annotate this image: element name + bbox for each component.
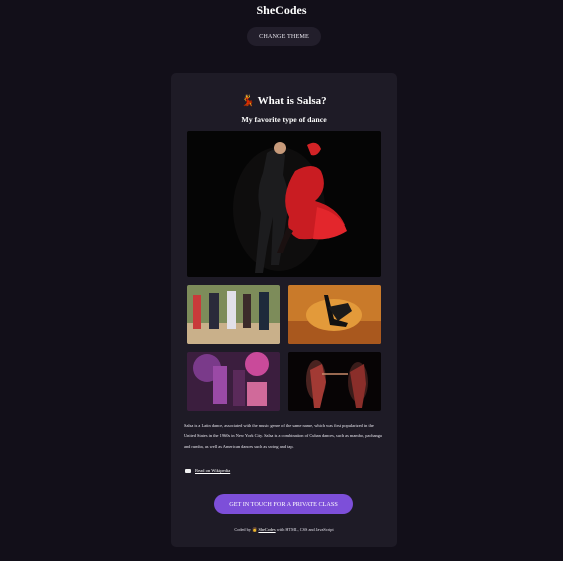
card-subtitle: My favorite type of dance: [241, 115, 327, 124]
brand-title: SheCodes: [256, 3, 307, 17]
salsa-card: 💃 What is Salsa? My favorite type of dan…: [171, 73, 397, 547]
main-dance-photo: [187, 131, 381, 277]
private-class-button[interactable]: GET IN TOUCH FOR A PRIVATE CLASS: [214, 494, 353, 514]
footer-credit: Coded by 👩 SheCodes with HTML, CSS and J…: [171, 527, 397, 533]
footer-coded-by: Coded by: [234, 527, 251, 532]
woman-icon: 👩: [252, 527, 258, 532]
wiki-link-row: Read on Wikipedia: [185, 468, 230, 473]
footer-suffix: with HTML, CSS and JavaScript: [276, 527, 334, 532]
change-theme-button[interactable]: CHANGE THEME: [247, 27, 321, 46]
wikipedia-link[interactable]: Read on Wikipedia: [195, 468, 230, 473]
dance-photo-4: [288, 352, 381, 411]
card-title: 💃 What is Salsa?: [171, 94, 397, 107]
dance-photo-3: [187, 352, 280, 411]
book-icon: [185, 468, 191, 473]
dance-photo-2: [288, 285, 381, 344]
dancer-icon: 💃: [241, 95, 256, 107]
salsa-description: Salsa is a Latin dance, associated with …: [184, 423, 382, 449]
dance-photo-1: [187, 285, 280, 344]
card-title-text: What is Salsa?: [257, 95, 327, 107]
shecodes-link[interactable]: SheCodes: [258, 527, 275, 532]
